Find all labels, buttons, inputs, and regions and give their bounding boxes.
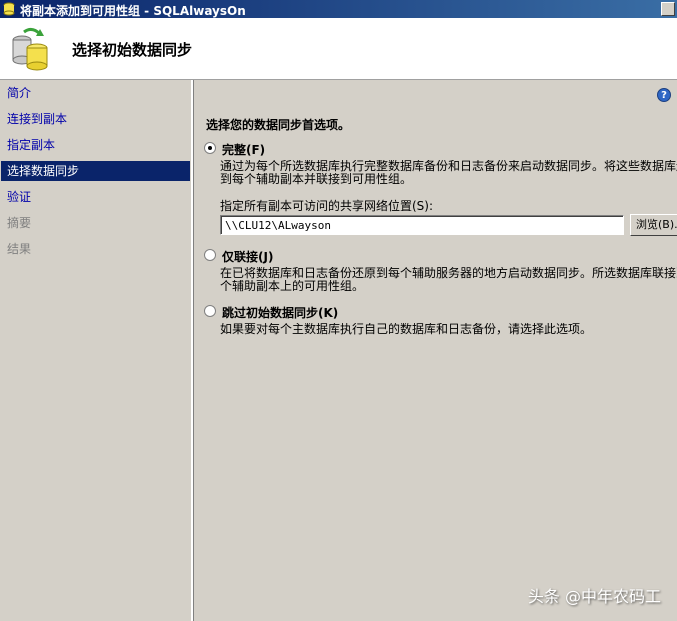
full-sync-description-line1: 通过为每个所选数据库执行完整数据库备份和日志备份来启动数据同步。将这些数据库还原 <box>220 160 677 173</box>
skip-sync-description: 如果要对每个主数据库执行自己的数据库和日志备份，请选择此选项。 <box>220 323 593 336</box>
content-pane: ? 选择您的数据同步首选项。 完整(F) 通过为每个所选数据库执行完整数据库备份… <box>194 80 677 621</box>
skip-sync-label[interactable]: 跳过初始数据同步(K) <box>222 304 338 321</box>
section-heading: 选择您的数据同步首选项。 <box>206 118 351 132</box>
join-only-description-line2: 个辅助副本上的可用性组。 <box>220 280 365 293</box>
full-sync-label[interactable]: 完整(F) <box>222 141 265 158</box>
nav-item-summary: 摘要 <box>7 216 32 230</box>
join-only-label[interactable]: 仅联接(J) <box>222 248 273 265</box>
join-only-description-line1: 在已将数据库和日志备份还原到每个辅助服务器的地方启动数据同步。所选数据库联接到每 <box>220 267 677 280</box>
nav-item-introduction[interactable]: 简介 <box>1 83 190 103</box>
window-title: 将副本添加到可用性组 - SQLAlwaysOn <box>20 4 246 18</box>
database-icon <box>3 2 15 16</box>
wizard-nav-pane: 简介 连接到副本 指定副本 选择数据同步 验证 摘要 结果 <box>0 80 193 621</box>
wizard-header: 选择初始数据同步 <box>0 18 677 80</box>
full-sync-description-line2: 到每个辅助副本并联接到可用性组。 <box>220 173 413 186</box>
skip-sync-radio[interactable] <box>204 305 216 317</box>
watermark-text: 头条 @中年农码工 <box>527 587 661 606</box>
window-control-button[interactable] <box>661 2 675 16</box>
share-location-label: 指定所有副本可访问的共享网络位置(S): <box>220 199 434 213</box>
page-title: 选择初始数据同步 <box>72 41 193 59</box>
nav-item-specify-replicas[interactable]: 指定副本 <box>1 135 190 155</box>
title-bar: 将副本添加到可用性组 - SQLAlwaysOn <box>0 0 677 18</box>
nav-item-connect-replicas[interactable]: 连接到副本 <box>1 109 190 129</box>
nav-item-validation[interactable]: 验证 <box>1 187 190 207</box>
join-only-radio[interactable] <box>204 249 216 261</box>
database-sync-icon <box>12 27 48 71</box>
share-location-input[interactable] <box>220 215 624 235</box>
browse-button[interactable]: 浏览(B)... <box>630 214 677 236</box>
nav-item-select-data-sync[interactable]: 选择数据同步 <box>1 161 190 181</box>
nav-item-results: 结果 <box>7 242 32 256</box>
help-icon[interactable]: ? <box>657 88 671 102</box>
full-sync-radio[interactable] <box>204 142 216 154</box>
